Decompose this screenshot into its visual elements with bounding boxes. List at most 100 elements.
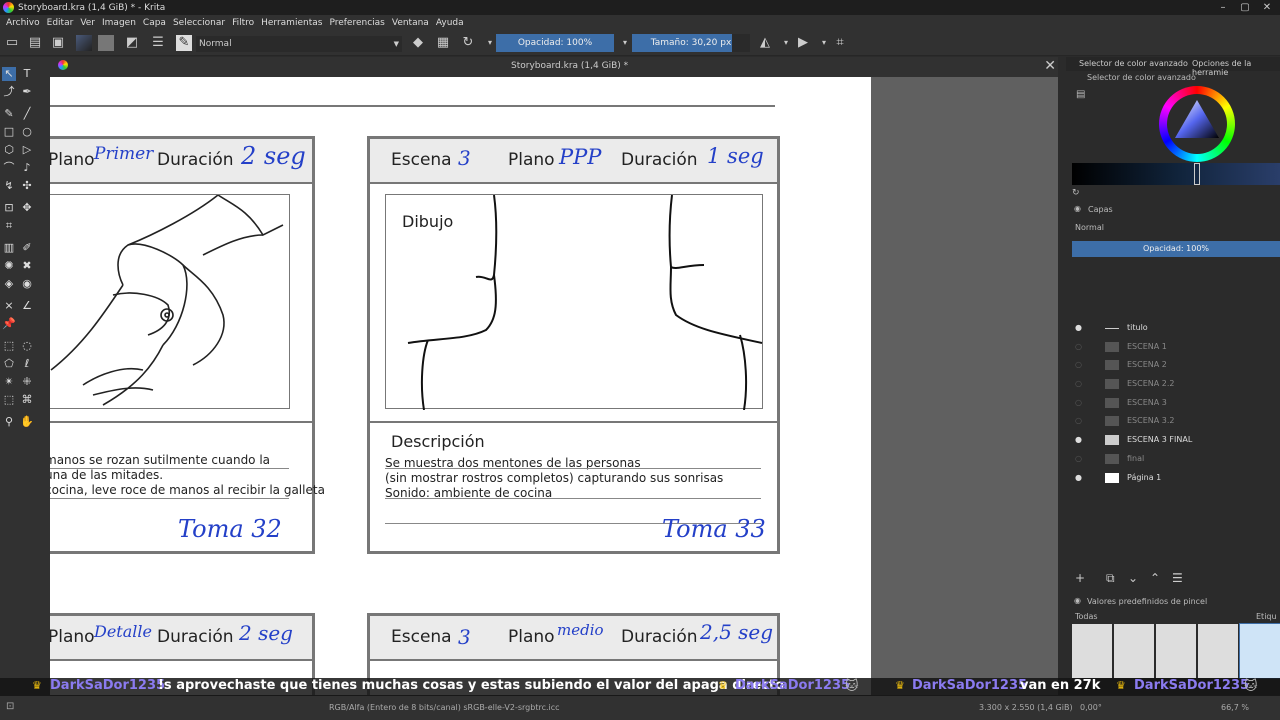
eye-hidden-icon[interactable]: ○ <box>1075 450 1085 468</box>
presets-tag-filter[interactable]: Todas <box>1075 612 1098 621</box>
rectangle-tool-icon[interactable]: □ <box>2 125 16 139</box>
layer-row[interactable]: ○ ESCENA 3.2 <box>1072 412 1280 431</box>
mirror-horizontal-icon[interactable]: ◭ <box>757 35 773 51</box>
brush-preset-ink-icon[interactable] <box>1114 624 1154 678</box>
save-icon[interactable]: ▣ <box>50 35 66 51</box>
gradient-swatch-icon[interactable] <box>76 35 92 51</box>
color-picker-icon[interactable]: ✐ <box>20 241 34 255</box>
brush-presets-icon[interactable]: ✎ <box>176 35 192 51</box>
tab-color-selector[interactable]: Selector de color avanzado <box>1079 59 1188 68</box>
brush-preset-pen-icon[interactable] <box>1156 624 1196 678</box>
layer-properties-icon[interactable]: ☰ <box>1172 571 1183 585</box>
eye-icon[interactable]: ● <box>1075 319 1085 337</box>
fill-tool-icon[interactable]: ◈ <box>2 277 16 291</box>
mirror-vertical-icon[interactable]: ▶ <box>795 35 811 51</box>
storyboard-page[interactable]: Plano Primer Duración 2 seg manos se roz… <box>50 77 871 695</box>
reference-tool-icon[interactable]: 📌 <box>2 317 16 331</box>
new-file-icon[interactable]: ▭ <box>4 35 20 51</box>
multibrush-icon[interactable]: ✣ <box>20 179 34 193</box>
layer-row[interactable]: ○ ESCENA 2 <box>1072 356 1280 375</box>
color-swap-icon[interactable]: ◩ <box>124 35 140 51</box>
edit-shapes-icon[interactable]: ⤴ <box>2 85 16 99</box>
wrap-around-icon[interactable]: ⌗ <box>832 35 848 51</box>
contiguous-select-icon[interactable]: ✴ <box>2 375 16 389</box>
ellipse-tool-icon[interactable]: ○ <box>20 125 34 139</box>
zoom-label[interactable]: 66,7 % <box>1221 703 1249 712</box>
menu-filtro[interactable]: Filtro <box>232 18 254 28</box>
menu-editar[interactable]: Editar <box>47 18 74 28</box>
chevron-down-icon[interactable]: ▾ <box>778 35 794 51</box>
eye-icon[interactable]: ● <box>1075 431 1085 449</box>
eye-icon[interactable]: ● <box>1075 469 1085 487</box>
chevron-down-icon[interactable]: ▾ <box>617 35 633 51</box>
chevron-down-icon[interactable]: ▾ <box>816 35 832 51</box>
polygon-tool-icon[interactable]: ⬡ <box>2 143 16 157</box>
maximize-icon[interactable]: ▢ <box>1234 0 1256 15</box>
brush-preset-pencil-icon[interactable] <box>1072 624 1112 678</box>
rotation-label[interactable]: 0,00° <box>1080 703 1102 712</box>
ellipse-select-icon[interactable]: ◌ <box>20 339 34 353</box>
calligraphy-icon[interactable]: ✒ <box>20 85 34 99</box>
color-history-bar[interactable] <box>1072 163 1280 185</box>
layers-blend-mode[interactable]: Normal <box>1075 223 1104 232</box>
menu-ayuda[interactable]: Ayuda <box>436 18 464 28</box>
smart-patch-icon[interactable]: ✖ <box>20 259 34 273</box>
move-layer-up-icon[interactable]: ⌃ <box>1150 571 1160 585</box>
close-window-icon[interactable]: ✕ <box>1256 0 1278 15</box>
text-tool-icon[interactable]: T <box>20 67 34 81</box>
pan-tool-icon[interactable]: ✋ <box>20 415 34 429</box>
magnetic-select-icon[interactable]: ⌘ <box>20 393 34 407</box>
blend-mode-select[interactable]: Normal ▼ <box>196 36 402 52</box>
crop-tool-icon[interactable]: ⌗ <box>2 219 16 233</box>
layer-row[interactable]: ○ final <box>1072 450 1280 469</box>
polygon-select-icon[interactable]: ⬠ <box>2 357 16 371</box>
brush-preset-selected-icon[interactable] <box>1239 623 1280 679</box>
refresh-icon[interactable]: ↻ <box>1072 188 1080 198</box>
document-tab-title[interactable]: Storyboard.kra (1,4 GiB) * <box>511 61 628 71</box>
measure-tool-icon[interactable]: ∠ <box>20 299 34 313</box>
freehand-select-icon[interactable]: ℓ <box>20 357 34 371</box>
select-shapes-icon[interactable]: ↖ <box>2 67 16 81</box>
move-layer-down-icon[interactable]: ⌄ <box>1128 571 1138 585</box>
menu-herramientas[interactable]: Herramientas <box>261 18 322 28</box>
reload-preset-icon[interactable]: ↻ <box>460 35 476 51</box>
menu-seleccionar[interactable]: Seleccionar <box>173 18 225 28</box>
menu-capa[interactable]: Capa <box>143 18 166 28</box>
tab-tool-options[interactable]: Opciones de la herramie <box>1192 59 1280 77</box>
assistant-tool-icon[interactable]: ⨯ <box>2 299 16 313</box>
transform-tool-icon[interactable]: ⊡ <box>2 201 16 215</box>
zoom-tool-icon[interactable]: ⚲ <box>2 415 16 429</box>
eye-hidden-icon[interactable]: ○ <box>1075 356 1085 374</box>
layers-opacity-slider[interactable]: Opacidad: 100% <box>1072 241 1280 257</box>
dynamic-brush-icon[interactable]: ↯ <box>2 179 16 193</box>
bezier-tool-icon[interactable]: ⌒ <box>2 161 16 175</box>
color-wheel[interactable] <box>1159 86 1235 162</box>
fill-similar-icon[interactable]: ◉ <box>20 277 34 291</box>
brush-preset-marker-icon[interactable] <box>1198 624 1238 678</box>
menu-imagen[interactable]: Imagen <box>102 18 136 28</box>
menu-archivo[interactable]: Archivo <box>6 18 40 28</box>
eye-hidden-icon[interactable]: ○ <box>1075 394 1085 412</box>
freehand-brush-icon[interactable]: ✎ <box>2 107 16 121</box>
layer-row[interactable]: ○ ESCENA 1 <box>1072 338 1280 357</box>
layer-row[interactable]: ● ESCENA 3 FINAL <box>1072 431 1280 450</box>
menu-ventana[interactable]: Ventana <box>392 18 429 28</box>
menu-preferencias[interactable]: Preferencias <box>329 18 384 28</box>
menu-ver[interactable]: Ver <box>80 18 95 28</box>
add-layer-icon[interactable]: + <box>1075 571 1085 585</box>
gradient-tool-icon[interactable]: ▥ <box>2 241 16 255</box>
eye-hidden-icon[interactable]: ○ <box>1075 338 1085 356</box>
brush-settings-icon[interactable]: ☰ <box>150 35 166 51</box>
close-document-icon[interactable]: ✕ <box>1044 58 1056 74</box>
selection-icon[interactable]: ⊡ <box>6 701 14 712</box>
alpha-lock-icon[interactable]: ▦ <box>435 35 451 51</box>
layer-row[interactable]: ○ ESCENA 3 <box>1072 394 1280 413</box>
presets-tag-label[interactable]: Etiqu <box>1256 612 1277 621</box>
minimize-icon[interactable]: – <box>1212 0 1234 15</box>
eye-hidden-icon[interactable]: ○ <box>1075 412 1085 430</box>
eye-hidden-icon[interactable]: ○ <box>1075 375 1085 393</box>
pattern-swatch-icon[interactable] <box>98 35 114 51</box>
polyline-tool-icon[interactable]: ▷ <box>20 143 34 157</box>
colorize-mask-icon[interactable]: ✺ <box>2 259 16 273</box>
eraser-icon[interactable]: ◆ <box>410 35 426 51</box>
